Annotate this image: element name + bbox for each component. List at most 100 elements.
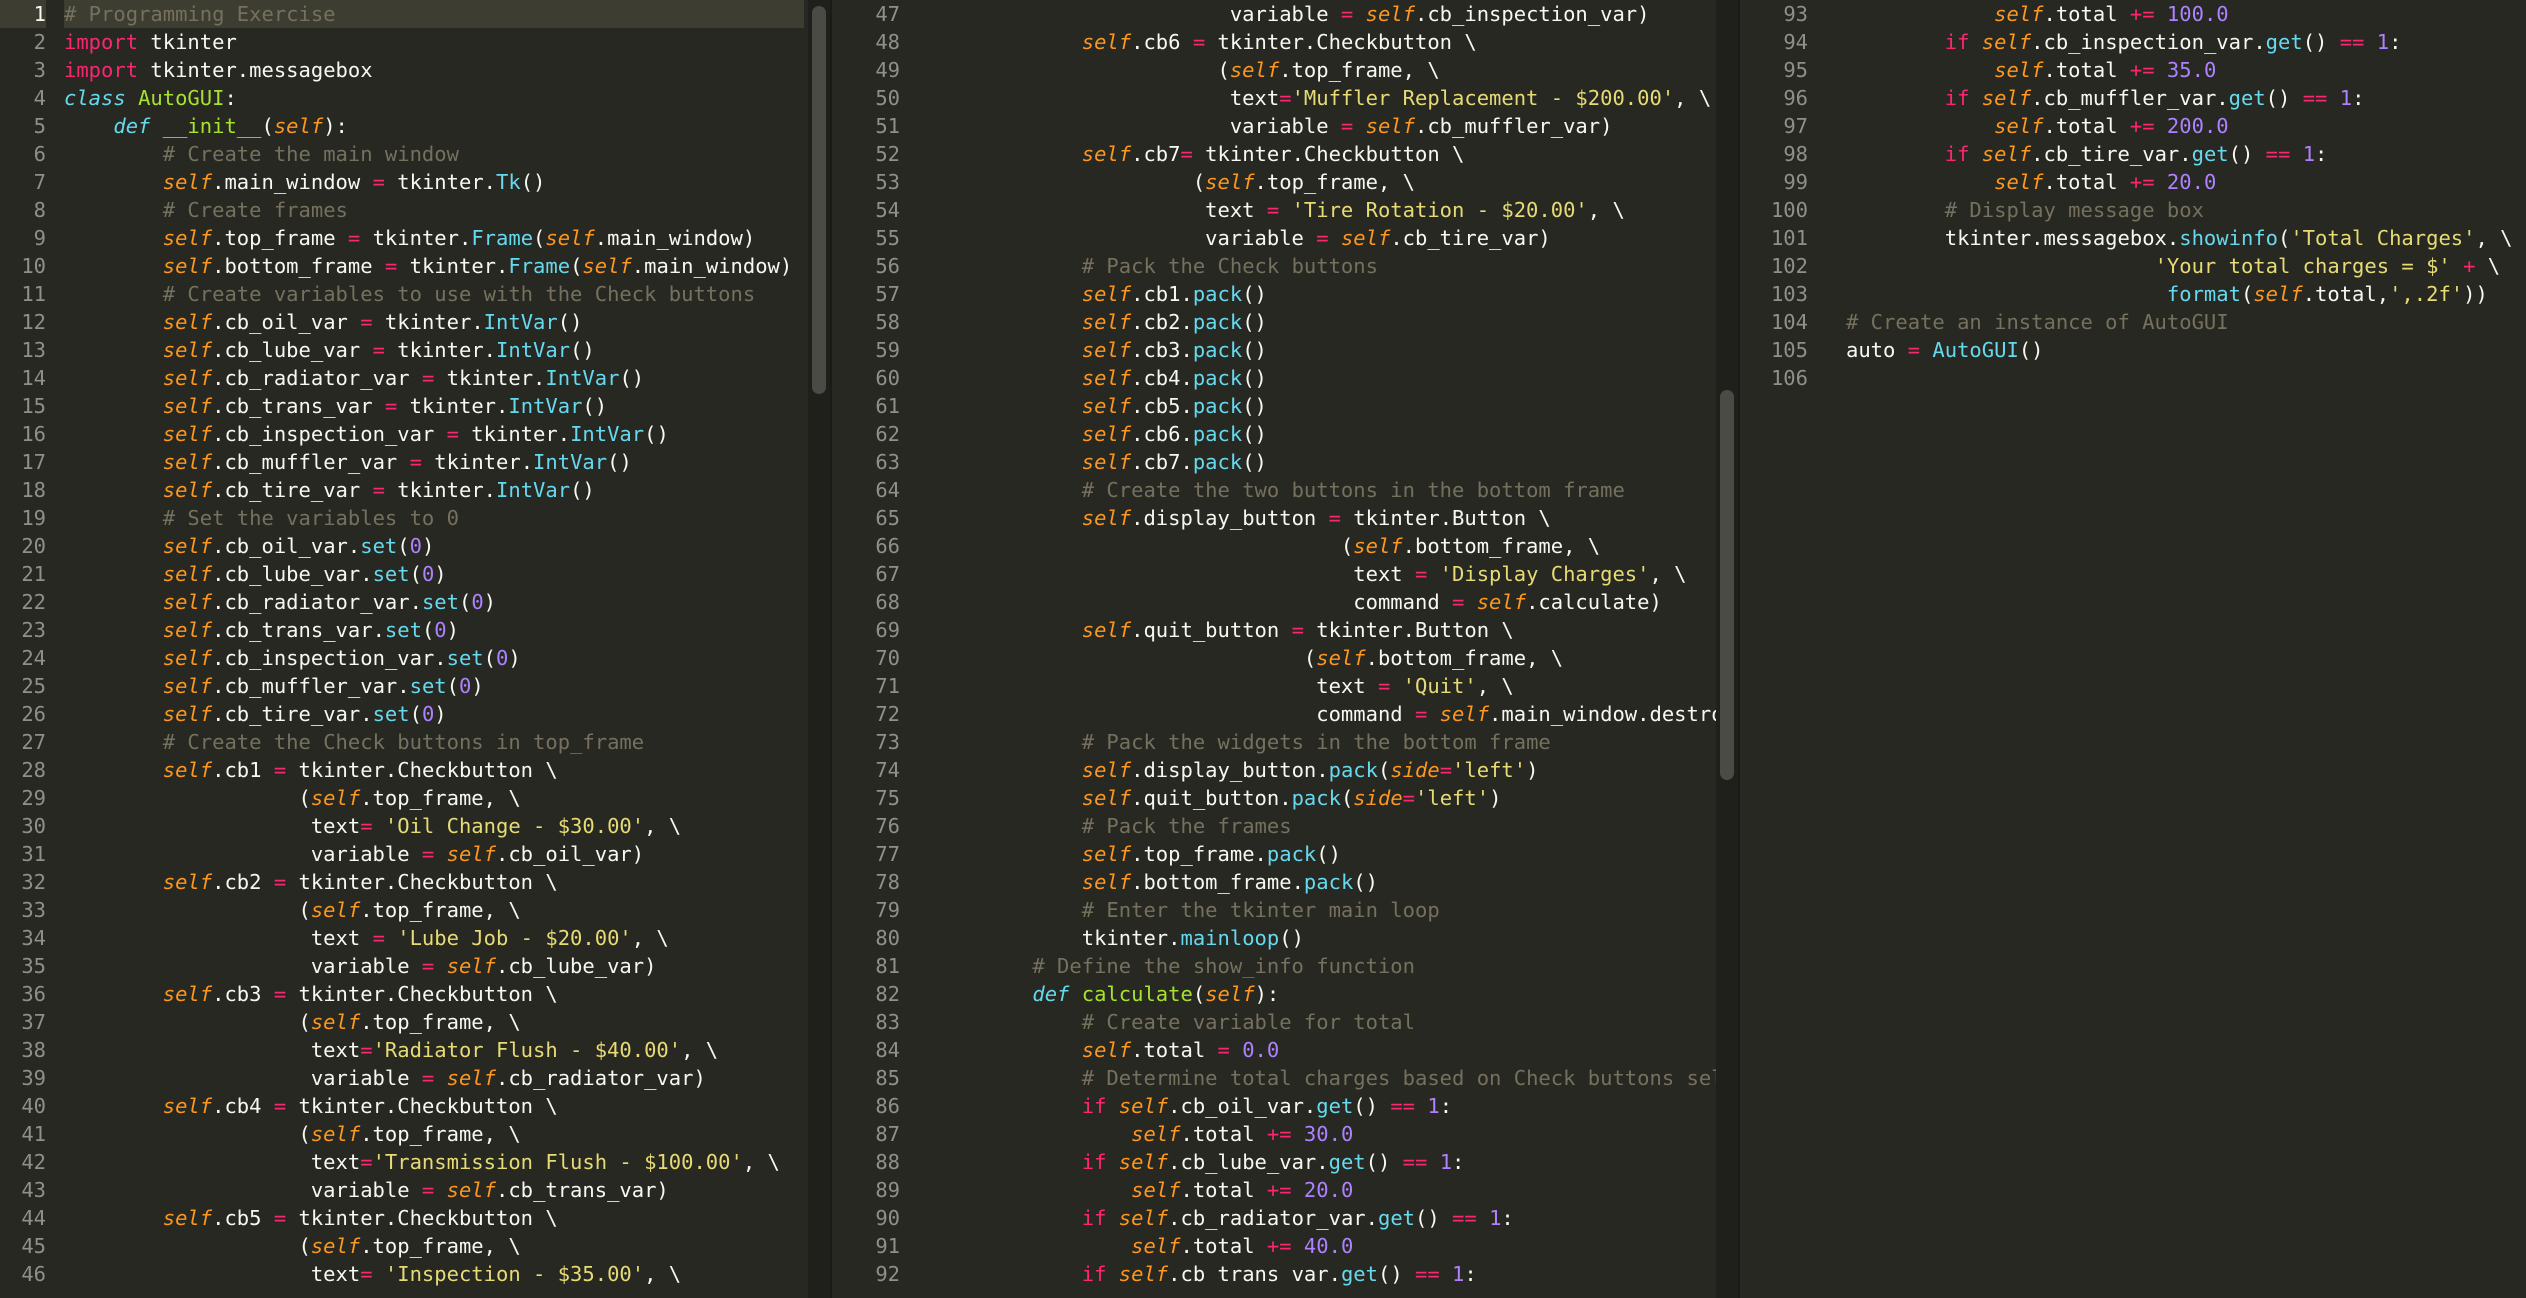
code-line[interactable]: text = 'Lube Job - $20.00', \ bbox=[64, 924, 804, 952]
code-line[interactable]: self.cb_radiator_var.set(0) bbox=[64, 588, 804, 616]
code-line[interactable]: self.cb6 = tkinter.Checkbutton \ bbox=[983, 28, 1716, 56]
code-line[interactable]: self.cb_muffler_var.set(0) bbox=[64, 672, 804, 700]
code-line[interactable]: text='Radiator Flush - $40.00', \ bbox=[64, 1036, 804, 1064]
code-line[interactable]: auto = AutoGUI() bbox=[1846, 336, 2526, 364]
code-line[interactable]: text='Transmission Flush - $100.00', \ bbox=[64, 1148, 804, 1176]
code-line[interactable]: command = self.main_window.destroy) bbox=[983, 700, 1716, 728]
code-line[interactable]: variable = self.cb_inspection_var) bbox=[983, 0, 1716, 28]
code-line[interactable]: self.cb_tire_var = tkinter.IntVar() bbox=[64, 476, 804, 504]
code-line[interactable]: format(self.total,',.2f')) bbox=[1846, 280, 2526, 308]
code-line[interactable]: # Create the Check buttons in top_frame bbox=[64, 728, 804, 756]
code-line[interactable]: # Enter the tkinter main loop bbox=[983, 896, 1716, 924]
code-line[interactable]: # Create frames bbox=[64, 196, 804, 224]
scrollbar-left-pane[interactable] bbox=[808, 0, 830, 1298]
scrollbar-middle-pane[interactable] bbox=[1716, 0, 1738, 1298]
code-line[interactable]: self.display_button.pack(side='left') bbox=[983, 756, 1716, 784]
code-line[interactable]: self.cb3.pack() bbox=[983, 336, 1716, 364]
code-line[interactable]: self.cb6.pack() bbox=[983, 420, 1716, 448]
code-line[interactable]: # Determine total charges based on Check… bbox=[983, 1064, 1716, 1092]
code-line[interactable]: (self.top_frame, \ bbox=[983, 56, 1716, 84]
code-line[interactable]: self.total = 0.0 bbox=[983, 1036, 1716, 1064]
code-line[interactable]: # Create an instance of AutoGUI bbox=[1846, 308, 2526, 336]
code-line[interactable]: self.cb4.pack() bbox=[983, 364, 1716, 392]
code-area[interactable]: # Programming Exercise import tkinter impo… bbox=[64, 0, 804, 1288]
code-line[interactable]: self.bottom_frame = tkinter.Frame(self.m… bbox=[64, 252, 804, 280]
code-line[interactable]: (self.top_frame, \ bbox=[64, 896, 804, 924]
code-line[interactable]: self.cb5.pack() bbox=[983, 392, 1716, 420]
code-line[interactable]: text = 'Tire Rotation - $20.00', \ bbox=[983, 196, 1716, 224]
code-line[interactable]: variable = self.cb_tire_var) bbox=[983, 224, 1716, 252]
code-line[interactable]: self.cb1 = tkinter.Checkbutton \ bbox=[64, 756, 804, 784]
code-line[interactable]: text= 'Inspection - $35.00', \ bbox=[64, 1260, 804, 1288]
code-line[interactable]: self.cb3 = tkinter.Checkbutton \ bbox=[64, 980, 804, 1008]
code-line[interactable]: self.cb_oil_var = tkinter.IntVar() bbox=[64, 308, 804, 336]
code-line[interactable]: (self.top_frame, \ bbox=[64, 1120, 804, 1148]
editor-pane-left[interactable]: 1 2 3 4 5 6 7 8 9 10 11 12 13 14 15 16 17 18 19 20 21 22 23 24 2… bbox=[0, 0, 808, 1298]
code-line[interactable]: self.total += 30.0 bbox=[983, 1120, 1716, 1148]
code-line[interactable]: self.cb_radiator_var = tkinter.IntVar() bbox=[64, 364, 804, 392]
code-line[interactable]: # Define the show_info function bbox=[983, 952, 1716, 980]
code-line[interactable]: self.cb2 = tkinter.Checkbutton \ bbox=[64, 868, 804, 896]
code-line[interactable]: # Display message box bbox=[1846, 196, 2526, 224]
code-line[interactable]: # Create variables to use with the Check… bbox=[64, 280, 804, 308]
code-line[interactable]: self.total += 40.0 bbox=[983, 1232, 1716, 1260]
code-line[interactable]: (self.bottom_frame, \ bbox=[983, 532, 1716, 560]
code-line[interactable]: self.cb1.pack() bbox=[983, 280, 1716, 308]
code-line[interactable]: self.display_button = tkinter.Button \ bbox=[983, 504, 1716, 532]
code-line[interactable]: self.cb_muffler_var = tkinter.IntVar() bbox=[64, 448, 804, 476]
code-line[interactable]: self.cb_lube_var.set(0) bbox=[64, 560, 804, 588]
code-line[interactable]: self.total += 20.0 bbox=[1846, 168, 2526, 196]
code-line[interactable]: self.cb_trans_var = tkinter.IntVar() bbox=[64, 392, 804, 420]
code-line[interactable]: self.total += 100.0 bbox=[1846, 0, 2526, 28]
code-line[interactable]: self.cb_oil_var.set(0) bbox=[64, 532, 804, 560]
code-line[interactable]: if self.cb trans var.get() == 1: bbox=[983, 1260, 1716, 1288]
code-line[interactable]: variable = self.cb_oil_var) bbox=[64, 840, 804, 868]
code-line[interactable]: self.cb7.pack() bbox=[983, 448, 1716, 476]
code-line[interactable]: # Pack the Check buttons bbox=[983, 252, 1716, 280]
code-line[interactable]: self.main_window = tkinter.Tk() bbox=[64, 168, 804, 196]
code-line[interactable]: self.top_frame.pack() bbox=[983, 840, 1716, 868]
code-line[interactable]: text='Muffler Replacement - $200.00', \ bbox=[983, 84, 1716, 112]
code-line[interactable]: variable = self.cb_radiator_var) bbox=[64, 1064, 804, 1092]
code-line[interactable]: class AutoGUI: bbox=[64, 84, 804, 112]
code-line[interactable]: if self.cb_inspection_var.get() == 1: bbox=[1846, 28, 2526, 56]
code-line[interactable]: import tkinter bbox=[64, 28, 804, 56]
code-line[interactable]: tkinter.mainloop() bbox=[983, 924, 1716, 952]
code-line[interactable]: text = 'Display Charges', \ bbox=[983, 560, 1716, 588]
code-line[interactable]: self.cb_trans_var.set(0) bbox=[64, 616, 804, 644]
code-line[interactable]: variable = self.cb_lube_var) bbox=[64, 952, 804, 980]
code-line[interactable]: def calculate(self): bbox=[983, 980, 1716, 1008]
code-line[interactable]: self.cb4 = tkinter.Checkbutton \ bbox=[64, 1092, 804, 1120]
code-line[interactable]: # Create variable for total bbox=[983, 1008, 1716, 1036]
code-line[interactable]: self.total += 20.0 bbox=[983, 1176, 1716, 1204]
code-line[interactable]: command = self.calculate) bbox=[983, 588, 1716, 616]
code-line[interactable]: (self.top_frame, \ bbox=[64, 1008, 804, 1036]
code-line[interactable]: (self.top_frame, \ bbox=[983, 168, 1716, 196]
code-line[interactable]: self.quit_button.pack(side='left') bbox=[983, 784, 1716, 812]
code-line[interactable]: if self.cb_radiator_var.get() == 1: bbox=[983, 1204, 1716, 1232]
code-line[interactable]: (self.top_frame, \ bbox=[64, 784, 804, 812]
code-area[interactable]: variable = self.cb_inspection_var) self.… bbox=[983, 0, 1716, 1288]
code-line[interactable]: if self.cb_muffler_var.get() == 1: bbox=[1846, 84, 2526, 112]
code-line[interactable]: if self.cb_lube_var.get() == 1: bbox=[983, 1148, 1716, 1176]
code-line[interactable]: self.top_frame = tkinter.Frame(self.main… bbox=[64, 224, 804, 252]
code-line[interactable]: ​ bbox=[1846, 364, 2526, 392]
code-line[interactable]: # Create the two buttons in the bottom f… bbox=[983, 476, 1716, 504]
code-line[interactable]: # Create the main window bbox=[64, 140, 804, 168]
code-line[interactable]: (self.top_frame, \ bbox=[64, 1232, 804, 1260]
code-line[interactable]: self.cb7= tkinter.Checkbutton \ bbox=[983, 140, 1716, 168]
editor-pane-middle[interactable]: 47 48 49 50 51 52 53 54 55 56 57 58 59 60 61 62 63 64 65 66… bbox=[832, 0, 1716, 1298]
code-line[interactable]: tkinter.messagebox.showinfo('Total Charg… bbox=[1846, 224, 2526, 252]
code-line[interactable]: # Pack the widgets in the bottom frame bbox=[983, 728, 1716, 756]
code-line[interactable]: # Programming Exercise bbox=[64, 0, 804, 28]
editor-pane-right[interactable]: 93 94 95 96 97 98 99 100 101 102 103 104 105 106 self… bbox=[1740, 0, 2526, 1298]
code-line[interactable]: self.cb_inspection_var = tkinter.IntVar(… bbox=[64, 420, 804, 448]
code-line[interactable]: self.total += 35.0 bbox=[1846, 56, 2526, 84]
code-line[interactable]: self.cb2.pack() bbox=[983, 308, 1716, 336]
code-line[interactable]: self.cb5 = tkinter.Checkbutton \ bbox=[64, 1204, 804, 1232]
code-line[interactable]: (self.bottom_frame, \ bbox=[983, 644, 1716, 672]
code-line[interactable]: 'Your total charges = $' + \ bbox=[1846, 252, 2526, 280]
code-line[interactable]: self.cb_lube_var = tkinter.IntVar() bbox=[64, 336, 804, 364]
code-line[interactable]: self.cb_inspection_var.set(0) bbox=[64, 644, 804, 672]
code-line[interactable]: text = 'Quit', \ bbox=[983, 672, 1716, 700]
